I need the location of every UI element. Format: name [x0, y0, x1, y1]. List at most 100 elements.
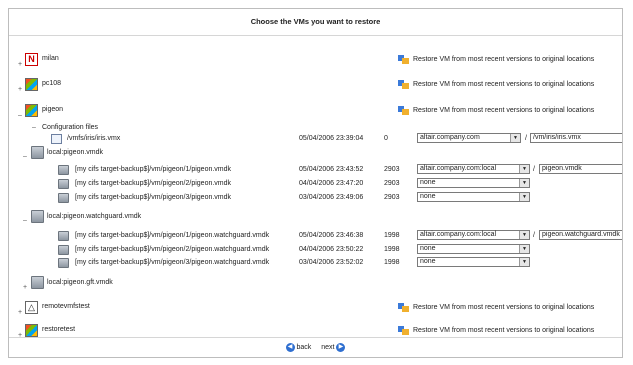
file-path: [my cifs target-backup$]/vm/pigeon/1/pig… — [75, 232, 270, 239]
disk-name: local:pigeon.vmdk — [47, 149, 104, 156]
restore-icon — [398, 302, 409, 312]
disk-version-row: [my cifs target-backup$]/vm/pigeon/1/pig… — [9, 230, 622, 241]
vm-row-remotevmfstest: + △ remotevmfstest Restore VM from most … — [9, 301, 622, 316]
disk-name: local:pigeon.gft.vmdk — [47, 279, 113, 286]
path-separator: / — [525, 135, 527, 142]
file-size: 0 — [384, 135, 388, 142]
file-date: 05/04/2006 23:43:52 — [299, 166, 364, 173]
host-select[interactable]: none ▼ — [417, 257, 530, 267]
vm-tree: + N milan Restore VM from most recent ve… — [9, 36, 622, 339]
path-separator: / — [533, 232, 535, 239]
vm-name: milan — [42, 55, 59, 62]
restore-link[interactable]: Restore VM from most recent versions to … — [398, 54, 594, 65]
windows-vm-icon — [25, 78, 38, 91]
vm-row-restoretest: + restoretest Restore VM from most recen… — [9, 324, 622, 339]
file-path: /vmfs/iris/iris.vmx — [67, 135, 121, 142]
expand-toggle[interactable]: + — [23, 283, 27, 293]
restore-link[interactable]: Restore VM from most recent versions to … — [398, 79, 594, 90]
path-input[interactable]: /vm/iris/iris.vmx — [530, 133, 622, 143]
chevron-down-icon: ▼ — [519, 258, 529, 266]
file-size: 2903 — [384, 194, 400, 201]
collapse-toggle[interactable]: – — [32, 123, 36, 133]
windows-vm-icon — [25, 324, 38, 337]
file-size: 2903 — [384, 180, 400, 187]
section-label: Configuration files — [42, 124, 99, 131]
file-date: 03/04/2006 23:49:06 — [299, 194, 364, 201]
vm-row-pigeon: – pigeon Restore VM from most recent ver… — [9, 104, 622, 119]
vm-name: pc108 — [42, 80, 62, 87]
arrow-left-icon: ◀ — [285, 342, 295, 352]
restore-icon — [398, 325, 409, 335]
expand-toggle[interactable]: + — [18, 61, 22, 68]
file-date: 04/04/2006 23:47:20 — [299, 180, 364, 187]
host-select[interactable]: none ▼ — [417, 178, 530, 188]
vm-row-pc108: + pc108 Restore VM from most recent vers… — [9, 78, 622, 93]
host-select[interactable]: altair.company.com:local ▼ — [417, 164, 530, 174]
target-input[interactable]: pigeon.watchguard.vmdk — [539, 230, 622, 240]
config-section: – Configuration files — [9, 123, 622, 133]
page-title: Choose the VMs you want to restore — [9, 9, 622, 36]
disk-name: local:pigeon.watchguard.vmdk — [47, 213, 142, 220]
collapse-toggle[interactable]: – — [18, 112, 22, 119]
disk-icon — [58, 231, 69, 241]
collapse-toggle[interactable]: – — [23, 216, 27, 226]
host-select[interactable]: none ▼ — [417, 192, 530, 202]
disk-icon — [58, 245, 69, 255]
linux-vm-icon: △ — [25, 301, 38, 314]
restore-icon — [398, 79, 409, 89]
disk-section: – local:pigeon.watchguard.vmdk — [9, 210, 622, 226]
path-separator: / — [533, 166, 535, 173]
wizard-nav: ◀ back next ▶ — [9, 337, 622, 357]
vm-name: pigeon — [42, 106, 64, 113]
file-path: [my cifs target-backup$]/vm/pigeon/1/pig… — [75, 166, 232, 173]
vm-name: remotevmfstest — [42, 303, 90, 310]
netware-icon: N — [25, 53, 38, 66]
expand-toggle[interactable]: + — [18, 309, 22, 316]
host-select[interactable]: none ▼ — [417, 244, 530, 254]
file-date: 05/04/2006 23:46:38 — [299, 232, 364, 239]
restore-link[interactable]: Restore VM from most recent versions to … — [398, 325, 594, 336]
disk-icon — [31, 146, 44, 159]
vm-row-milan: + N milan Restore VM from most recent ve… — [9, 53, 622, 68]
file-size: 1998 — [384, 259, 400, 266]
restore-panel: Choose the VMs you want to restore + N m… — [8, 8, 623, 358]
windows-vm-icon — [25, 104, 38, 117]
file-size: 2903 — [384, 166, 400, 173]
vm-name: restoretest — [42, 326, 76, 333]
back-button[interactable]: ◀ back — [285, 338, 311, 357]
next-button[interactable]: next ▶ — [321, 338, 346, 357]
disk-version-row: [my cifs target-backup$]/vm/pigeon/1/pig… — [9, 164, 622, 175]
file-path: [my cifs target-backup$]/vm/pigeon/2/pig… — [75, 180, 232, 187]
chevron-down-icon: ▼ — [519, 231, 529, 239]
disk-icon — [31, 276, 44, 289]
file-path: [my cifs target-backup$]/vm/pigeon/2/pig… — [75, 246, 270, 253]
disk-icon — [58, 179, 69, 189]
host-select[interactable]: altair.company.com ▼ — [417, 133, 521, 143]
file-date: 04/04/2006 23:50:22 — [299, 246, 364, 253]
target-input[interactable]: pigeon.vmdk — [539, 164, 622, 174]
host-select[interactable]: altair.company.com:local ▼ — [417, 230, 530, 240]
file-path: [my cifs target-backup$]/vm/pigeon/3/pig… — [75, 259, 270, 266]
disk-section: – local:pigeon.vmdk — [9, 146, 622, 162]
expand-toggle[interactable]: + — [18, 86, 22, 93]
restore-icon — [398, 105, 409, 115]
chevron-down-icon: ▼ — [519, 245, 529, 253]
chevron-down-icon: ▼ — [519, 179, 529, 187]
file-size: 1998 — [384, 246, 400, 253]
file-date: 03/04/2006 23:52:02 — [299, 259, 364, 266]
file-date: 05/04/2006 23:39:04 — [299, 135, 364, 142]
config-file-icon — [51, 134, 62, 144]
chevron-down-icon: ▼ — [519, 193, 529, 201]
chevron-down-icon: ▼ — [510, 134, 520, 142]
disk-version-row: [my cifs target-backup$]/vm/pigeon/3/pig… — [9, 192, 622, 203]
disk-icon — [58, 258, 69, 268]
restore-link[interactable]: Restore VM from most recent versions to … — [398, 302, 594, 313]
disk-version-row: [my cifs target-backup$]/vm/pigeon/2/pig… — [9, 244, 622, 255]
restore-link[interactable]: Restore VM from most recent versions to … — [398, 105, 594, 116]
file-path: [my cifs target-backup$]/vm/pigeon/3/pig… — [75, 194, 232, 201]
config-file-row: /vmfs/iris/iris.vmx 05/04/2006 23:39:04 … — [9, 133, 622, 144]
file-size: 1998 — [384, 232, 400, 239]
restore-icon — [398, 54, 409, 64]
disk-icon — [58, 165, 69, 175]
collapse-toggle[interactable]: – — [23, 152, 27, 162]
